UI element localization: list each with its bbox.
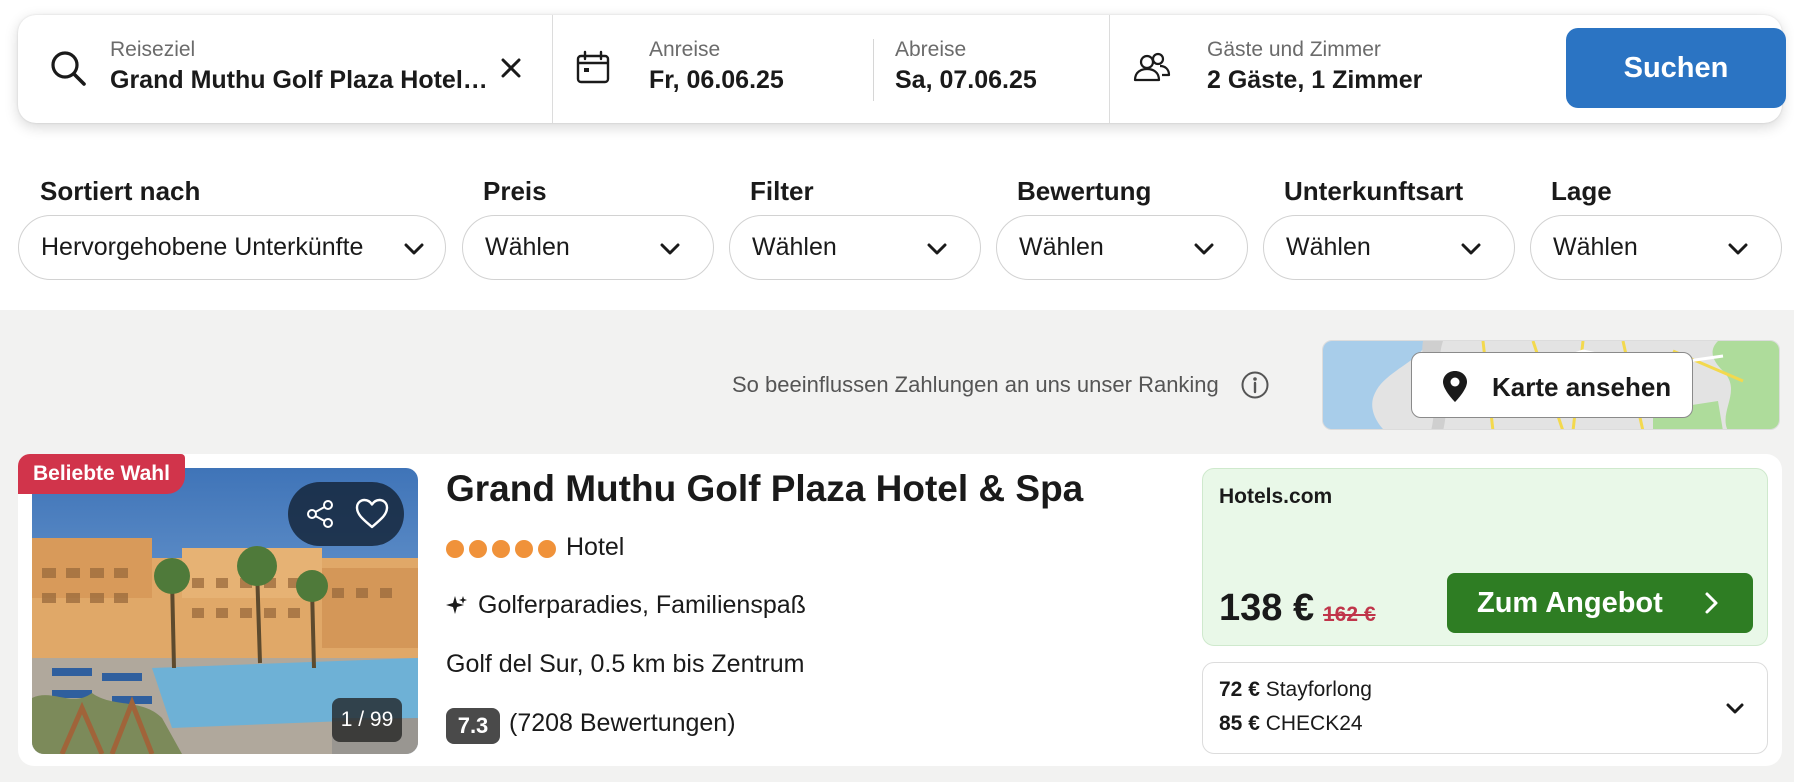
offer-row: 85 € CHECK24: [1219, 712, 1363, 736]
map-pin-icon: [1443, 371, 1467, 402]
star-icon: [469, 540, 487, 558]
star-rating: [446, 540, 556, 562]
search-bar: Reiseziel Grand Muthu Golf Plaza Hotel &…: [18, 15, 1786, 123]
highlights-text: Golferparadies, Familienspaß: [478, 591, 806, 619]
other-offers[interactable]: 72 € Stayforlong 85 € CHECK24: [1202, 662, 1768, 754]
checkin-label: Anreise: [649, 38, 721, 61]
checkout-field[interactable]: Abreise Sa, 07.06.25: [874, 15, 1126, 123]
hotel-name[interactable]: Grand Muthu Golf Plaza Hotel & Spa: [446, 468, 1083, 510]
star-icon: [446, 540, 464, 558]
chevron-down-icon[interactable]: [1723, 697, 1747, 721]
clear-destination-button[interactable]: [491, 48, 531, 88]
photo-actions: [288, 482, 404, 546]
offer-price: 72 €: [1219, 678, 1260, 701]
rating-score: 7.3: [446, 708, 500, 744]
deal-price: 138 €: [1219, 587, 1315, 629]
guests-label: Gäste und Zimmer: [1207, 38, 1381, 61]
offer-provider: CHECK24: [1265, 712, 1363, 735]
star-icon: [492, 540, 510, 558]
dropdown-value: Wählen: [1019, 233, 1104, 261]
hotel-result-card[interactable]: Beliebte Wahl 1 / 99 Grand Muthu Golf Pl…: [18, 454, 1782, 766]
share-icon[interactable]: [304, 498, 336, 530]
review-count[interactable]: (7208 Bewertungen): [509, 709, 736, 738]
location-dropdown[interactable]: Wählen: [1530, 215, 1782, 280]
filter-label: Bewertung: [1017, 176, 1152, 206]
filter-dropdown[interactable]: Wählen: [729, 215, 981, 280]
destination-label: Reiseziel: [110, 38, 196, 61]
destination-field[interactable]: Reiseziel Grand Muthu Golf Plaza Hotel &…: [18, 15, 552, 123]
chevron-down-icon: [1194, 243, 1214, 255]
chevron-down-icon: [927, 243, 947, 255]
filter-label: Filter: [750, 176, 814, 206]
dropdown-value: Wählen: [752, 233, 837, 261]
hotel-location: Golf del Sur, 0.5 km bis Zentrum: [446, 650, 805, 678]
chevron-down-icon: [1728, 243, 1748, 255]
view-deal-button[interactable]: Zum Angebot: [1447, 573, 1753, 633]
search-button[interactable]: Suchen: [1566, 28, 1786, 108]
checkin-field[interactable]: Anreise Fr, 06.06.25: [553, 15, 873, 123]
checkout-label: Abreise: [895, 38, 967, 61]
dropdown-value: Wählen: [1286, 233, 1371, 261]
show-map-label: Karte ansehen: [1492, 372, 1672, 402]
offer-provider: Stayforlong: [1265, 678, 1372, 701]
property-type: Hotel: [566, 533, 625, 561]
close-icon: [501, 58, 521, 78]
guests-field[interactable]: Gäste und Zimmer 2 Gäste, 1 Zimmer: [1110, 15, 1550, 123]
chevron-right-icon: [1705, 592, 1718, 614]
deal-provider: Hotels.com: [1219, 485, 1333, 508]
rating-dropdown[interactable]: Wählen: [996, 215, 1248, 280]
checkin-value: Fr, 06.06.25: [649, 66, 784, 94]
view-deal-label: Zum Angebot: [1477, 587, 1663, 619]
dropdown-value: Wählen: [485, 233, 570, 261]
chevron-down-icon: [660, 243, 680, 255]
heart-icon[interactable]: [354, 496, 390, 532]
dropdown-value: Wählen: [1553, 233, 1638, 261]
ranking-note: So beeinflussen Zahlungen an uns unser R…: [732, 372, 1219, 397]
filter-label: Lage: [1551, 176, 1612, 206]
destination-input[interactable]: Grand Muthu Golf Plaza Hotel & Spa: [110, 66, 490, 95]
dropdown-value: Hervorgehobene Unterkünfte: [41, 233, 364, 261]
filter-label: Unterkunftsart: [1284, 176, 1464, 206]
photo-counter: 1 / 99: [332, 698, 402, 742]
guests-value: 2 Gäste, 1 Zimmer: [1207, 66, 1423, 94]
star-icon: [538, 540, 556, 558]
sort-dropdown[interactable]: Hervorgehobene Unterkünfte: [18, 215, 446, 280]
offer-price: 85 €: [1219, 712, 1260, 735]
chevron-down-icon: [1461, 243, 1481, 255]
star-icon: [515, 540, 533, 558]
info-icon[interactable]: [1240, 370, 1270, 400]
filter-label: Sortiert nach: [40, 176, 201, 206]
checkout-value: Sa, 07.06.25: [895, 66, 1037, 94]
old-price: 162 €: [1323, 603, 1376, 626]
popular-choice-badge: Beliebte Wahl: [18, 454, 185, 494]
show-map-button[interactable]: Karte ansehen: [1411, 352, 1693, 418]
price-dropdown[interactable]: Wählen: [462, 215, 714, 280]
search-icon: [46, 46, 90, 90]
best-deal[interactable]: Hotels.com 138 € 162 € Zum Angebot: [1202, 468, 1768, 646]
sparkle-icon: [446, 596, 467, 614]
filter-label: Preis: [483, 176, 547, 206]
chevron-down-icon: [404, 243, 424, 255]
calendar-icon: [571, 46, 615, 90]
offer-row: 72 € Stayforlong: [1219, 678, 1372, 702]
users-icon: [1130, 46, 1174, 90]
property-type-dropdown[interactable]: Wählen: [1263, 215, 1515, 280]
